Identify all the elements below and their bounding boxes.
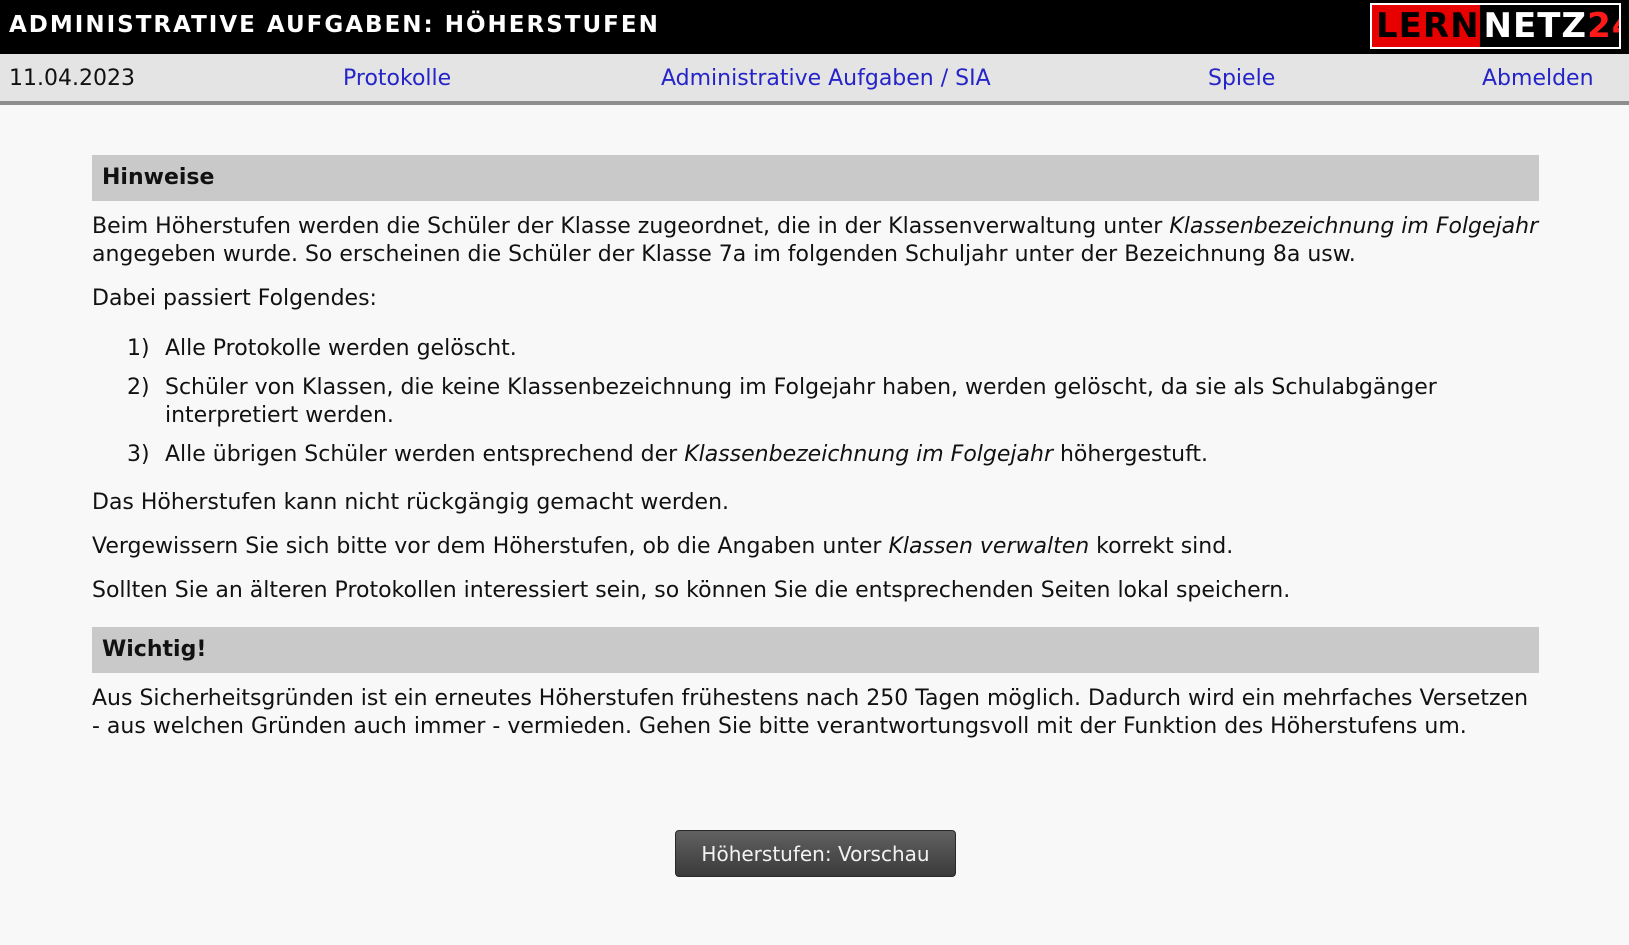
list-item-number: 2) bbox=[127, 375, 150, 400]
intro-paragraph: Beim Höherstufen werden die Schüler der … bbox=[92, 213, 1539, 269]
verify-text-a: Vergewissern Sie sich bitte vor dem Höhe… bbox=[92, 534, 889, 559]
list-item-text-a: Alle übrigen Schüler werden entsprechend… bbox=[165, 442, 685, 467]
nav-bar: 11.04.2023 Protokolle Administrative Auf… bbox=[0, 54, 1629, 105]
intro-text-a: Beim Höherstufen werden die Schüler der … bbox=[92, 214, 1170, 239]
nav-link-abmelden[interactable]: Abmelden bbox=[1482, 66, 1594, 91]
wichtig-paragraph: Aus Sicherheitsgründen ist ein erneutes … bbox=[92, 686, 1529, 739]
page-title: ADMINISTRATIVE AUFGABEN: HÖHERSTUFEN bbox=[9, 12, 660, 38]
nav-link-protokolle[interactable]: Protokolle bbox=[343, 66, 451, 91]
logo-part-netz: NETZ24 bbox=[1479, 5, 1619, 47]
steps-list: 1) Alle Protokolle werden gelöscht. 2) S… bbox=[92, 335, 1539, 469]
save-paragraph: Sollten Sie an älteren Protokollen inter… bbox=[92, 578, 1291, 603]
list-item-text: Alle Protokolle werden gelöscht. bbox=[165, 336, 517, 361]
title-bar: ADMINISTRATIVE AUFGABEN: HÖHERSTUFEN LER… bbox=[0, 0, 1629, 54]
intro-text-c: angegeben wurde. So erscheinen die Schül… bbox=[92, 242, 1356, 267]
list-item: 1) Alle Protokolle werden gelöscht. bbox=[92, 335, 1539, 363]
intro-text-emphasis: Klassenbezeichnung im Folgejahr bbox=[1169, 214, 1539, 239]
irreversible-paragraph: Das Höherstufen kann nicht rückgängig ge… bbox=[92, 490, 730, 515]
button-container: Höherstufen: Vorschau bbox=[675, 830, 956, 877]
nav-link-administrative-aufgaben[interactable]: Administrative Aufgaben / SIA bbox=[661, 66, 991, 91]
verify-text-emphasis: Klassen verwalten bbox=[888, 534, 1090, 559]
list-item-number: 3) bbox=[127, 442, 150, 467]
verify-paragraph: Vergewissern Sie sich bitte vor dem Höhe… bbox=[92, 533, 1539, 561]
list-item-number: 1) bbox=[127, 336, 150, 361]
lernnetz-logo: LERNNETZ24 bbox=[1370, 3, 1621, 49]
list-item: 2) Schüler von Klassen, die keine Klasse… bbox=[92, 374, 1539, 430]
main-content: Hinweise Beim Höherstufen werden die Sch… bbox=[92, 155, 1539, 741]
list-item-text-emphasis: Klassenbezeichnung im Folgejahr bbox=[684, 442, 1053, 467]
preview-button[interactable]: Höherstufen: Vorschau bbox=[675, 830, 956, 877]
list-item-text: Schüler von Klassen, die keine Klassenbe… bbox=[165, 375, 1437, 428]
list-item-text-c: höhergestuft. bbox=[1053, 442, 1209, 467]
lead-paragraph: Dabei passiert Folgendes: bbox=[92, 286, 377, 311]
verify-text-c: korrekt sind. bbox=[1089, 534, 1234, 559]
logo-part-24: 24 bbox=[1587, 6, 1619, 46]
logo-part-lern: LERN bbox=[1376, 6, 1480, 46]
list-item: 3) Alle übrigen Schüler werden entsprech… bbox=[92, 441, 1539, 469]
current-date: 11.04.2023 bbox=[9, 66, 135, 91]
wichtig-heading: Wichtig! bbox=[92, 627, 1539, 673]
hinweise-heading: Hinweise bbox=[92, 155, 1539, 201]
logo-part-netz-text: NETZ bbox=[1483, 6, 1588, 46]
nav-link-spiele[interactable]: Spiele bbox=[1208, 66, 1275, 91]
